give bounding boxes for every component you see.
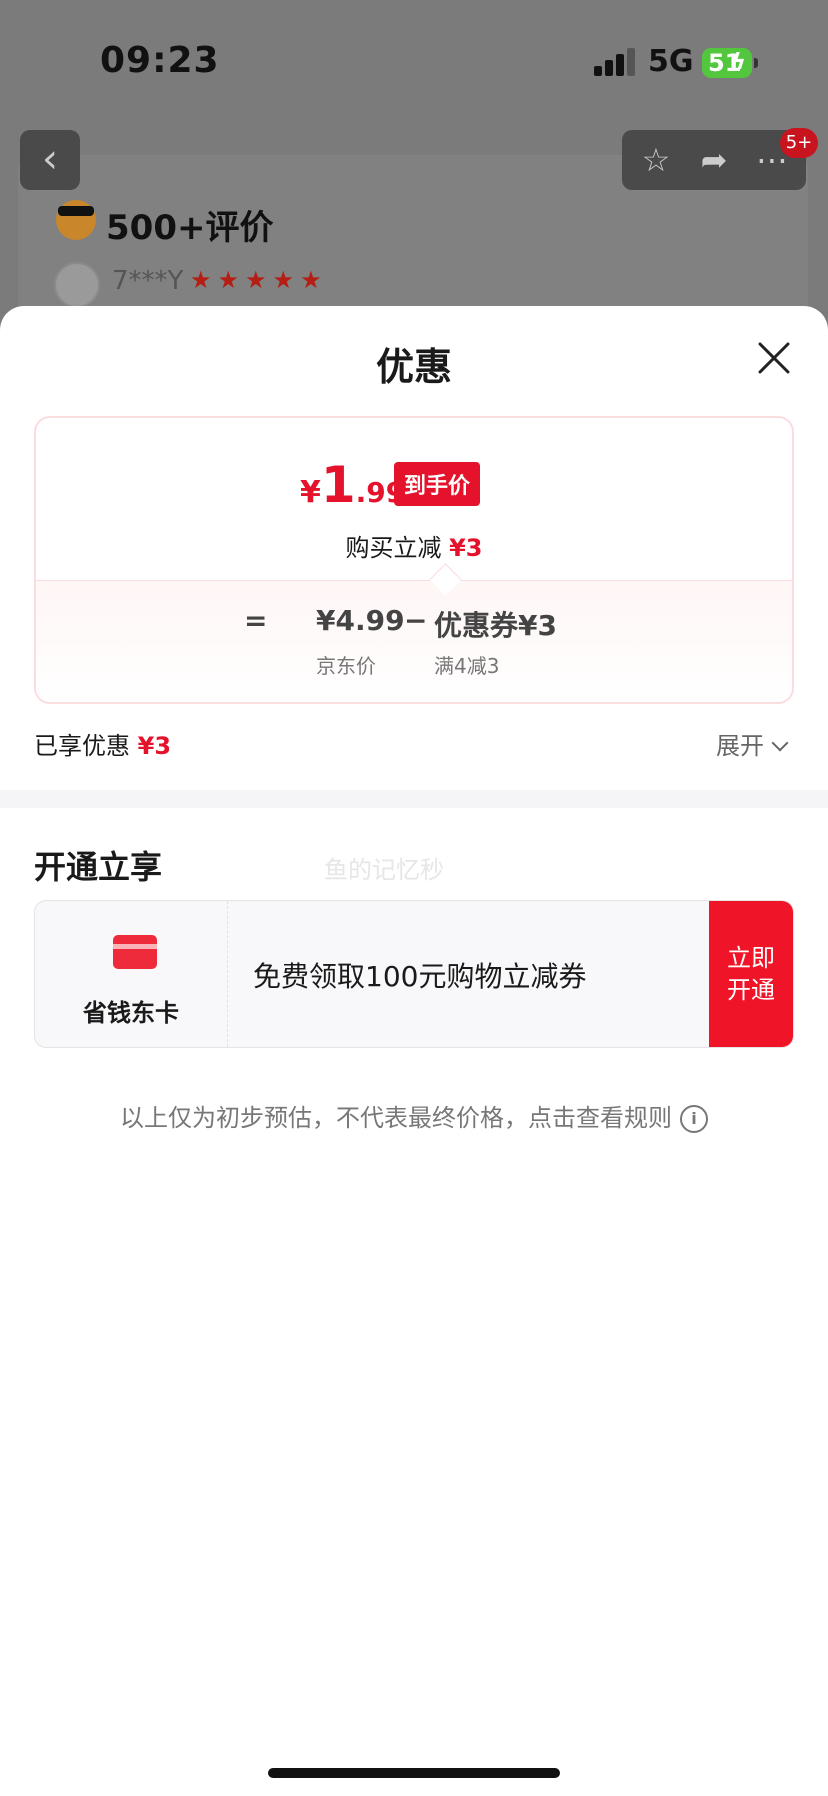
info-icon[interactable]: i	[680, 1105, 708, 1133]
signal-icon	[594, 48, 636, 76]
battery-tip	[754, 58, 758, 68]
price-breakdown-card: ¥1.99 到手价 购买立减 ¥3 = ¥4.99 − 优惠券¥3 京东价 满4…	[34, 416, 794, 704]
share-icon[interactable]: ➦	[694, 140, 734, 180]
watermark: 鱼的记忆秒	[324, 856, 444, 884]
final-price: ¥1.99	[300, 456, 405, 514]
network-type: 5G	[648, 44, 694, 79]
jd-price-label: 京东价	[316, 654, 376, 678]
rating-stars: ★★★★★	[190, 266, 328, 294]
reviewer-name: 7***Y	[112, 266, 184, 296]
review-emoji-icon	[56, 200, 96, 240]
coupon-rule: 满4减3	[434, 654, 500, 678]
enjoyed-discount-amount: ¥3	[137, 732, 172, 760]
membership-name: 省钱东卡	[83, 999, 179, 1027]
sheet-title: 优惠	[375, 345, 452, 389]
expand-label: 展开	[716, 732, 764, 760]
top-action-group: ☆ ➦ ⋯	[622, 130, 806, 190]
close-icon[interactable]	[756, 340, 792, 376]
final-price-integer: 1	[320, 456, 356, 514]
coupon-amount: 优惠券¥3	[434, 609, 557, 642]
status-time: 09:23	[100, 40, 220, 81]
discount-sheet: 优惠 ¥1.99 到手价 购买立减 ¥3 = ¥4.99 − 优惠券¥3 京东价…	[0, 306, 828, 1796]
rules-link[interactable]: 以上仅为初步预估，不代表最终价格，点击查看规则 i	[0, 1098, 828, 1133]
back-button[interactable]: ‹	[20, 130, 80, 190]
activate-button-line2: 开通	[727, 976, 775, 1004]
formula-minus: −	[404, 604, 428, 637]
instant-discount-amount: ¥3	[449, 534, 483, 562]
enjoyed-discount: 已享优惠 ¥3	[34, 726, 171, 761]
credit-card-icon	[113, 935, 157, 969]
review-count-title: 500+评价	[106, 208, 274, 248]
chevron-down-icon	[771, 734, 789, 752]
jd-price: ¥4.99	[316, 604, 405, 637]
message-badge: 5+	[780, 128, 818, 158]
activate-now-button[interactable]: 立即 开通	[709, 901, 793, 1047]
home-indicator[interactable]	[268, 1768, 560, 1778]
membership-description: 免费领取100元购物立减券	[253, 960, 587, 993]
membership-card-brand: 省钱东卡	[35, 901, 228, 1047]
reviewer-avatar	[54, 262, 100, 308]
star-icon[interactable]: ☆	[636, 140, 676, 180]
membership-card[interactable]: 省钱东卡 免费领取100元购物立减券 立即 开通	[34, 900, 794, 1048]
expand-button[interactable]: 展开	[716, 726, 789, 761]
price-formula-area	[36, 580, 792, 702]
formula-equals: =	[244, 604, 268, 637]
section-divider	[0, 790, 828, 808]
activate-button-line1: 立即	[727, 944, 775, 972]
enjoyed-discount-label: 已享优惠	[34, 732, 130, 760]
instant-discount-line: 购买立减 ¥3	[36, 528, 792, 563]
final-price-currency: ¥	[300, 475, 321, 510]
final-price-tag: 到手价	[394, 462, 481, 506]
battery-icon: 51 ϟ	[702, 48, 752, 78]
instant-discount-label: 购买立减	[345, 534, 442, 562]
open-section-title: 开通立享	[34, 848, 163, 886]
background-page: 09:23 5G 51 ϟ ‹ ☆ ➦ ⋯ 5+ 500+评价 7***Y ★★★…	[0, 0, 828, 355]
disclaimer-text: 以上仅为初步预估，不代表最终价格，点击查看规则	[120, 1104, 672, 1132]
